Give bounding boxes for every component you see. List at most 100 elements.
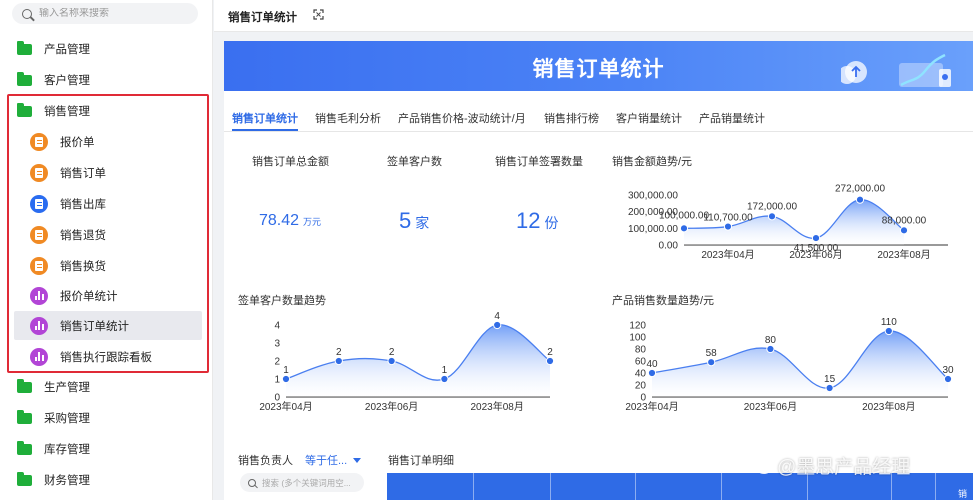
x-tick-label: 2023年04月 [259,400,312,413]
app-root: 产品管理 客户管理 销售管理 报价单 销售订单 销售出库 销售退货 销售换货 [0,0,973,500]
tab-sales-order-stats[interactable]: 销售订单统计 [232,110,298,126]
data-point [493,320,502,330]
folder-icon [17,409,32,424]
doc-icon [30,256,48,275]
chart-title-amount-trend: 销售金额趋势/元 [612,156,693,168]
table-search[interactable] [240,473,364,492]
nav-group-production[interactable]: 生产管理 [0,373,212,401]
data-point [387,356,396,366]
x-tick-label: 2023年04月 [625,400,678,413]
tab-sales-ranking[interactable]: 销售排行榜 [544,110,599,126]
nav-group-label: 财务管理 [44,475,90,487]
table-title: 销售订单明细 [388,455,454,467]
data-point [679,224,689,233]
stat-label-customers: 签单客户数 [387,156,442,168]
folder-icon [17,40,32,55]
page-tab-title[interactable]: 销售订单统计 [228,9,297,25]
data-label: 41,500.00 [794,243,839,254]
y-tick-label: 80 [635,345,647,356]
x-tick-label: 2023年06月 [744,400,797,413]
sidebar-item-label: 销售退货 [60,229,106,242]
data-point [723,222,733,231]
stat-label-order-count: 销售订单签署数量 [495,156,583,168]
tab-bar: 销售订单统计 销售毛利分析 产品销售价格-波动统计/月 销售排行榜 客户销量统计… [224,91,973,132]
owner-filter-value: 等于任... [305,455,348,467]
x-tick-label: 2023年08月 [471,400,524,413]
stat-value: 12 [516,208,541,233]
y-tick-label: 4 [274,321,280,332]
data-label: 4 [494,311,500,322]
y-tick-label: 60 [635,357,647,368]
stat-unit: 万元 [303,217,322,227]
data-point [334,356,343,366]
table-header-cell[interactable]: 销 [958,487,967,500]
search-icon [248,478,256,487]
sidebar-item-label: 销售出库 [60,198,106,211]
nav-group-purchase[interactable]: 采购管理 [0,404,212,432]
data-label: 110 [881,317,897,328]
y-tick-label: 100,000.00 [628,224,678,235]
bar-chart-icon [30,286,48,305]
data-point [884,326,893,336]
bar-chart-icon [30,347,48,366]
data-label: 2 [547,347,553,358]
tab-customer-sales[interactable]: 客户销量统计 [616,110,682,126]
nav-group-customer[interactable]: 客户管理 [0,66,212,94]
customer-trend-chart: 012342023年04月 2023年06月 2023年08月12 2142 [259,311,555,413]
sidebar-item-sales-tracking-board[interactable]: 销售执行跟踪看板 [14,342,202,371]
sidebar-search-input[interactable] [39,8,189,19]
y-tick-label: 2 [274,357,280,368]
stat-order-count: 12 份 [516,208,558,234]
tab-gross-margin[interactable]: 销售毛利分析 [315,110,381,126]
folder-icon [17,440,32,455]
nav-group-label: 库存管理 [44,444,90,456]
top-bar: 销售订单统计 [214,0,973,32]
data-point [855,195,865,204]
data-label: 58 [706,348,718,359]
sidebar-item-sales-order-stats[interactable]: 销售订单统计 [14,311,202,340]
folder-open-icon [17,102,32,117]
sidebar-item-label: 报价单统计 [60,290,118,303]
nav-group-sales[interactable]: 销售管理 [0,97,212,125]
tab-price-fluctuation[interactable]: 产品销售价格-波动统计/月 [398,110,526,126]
sidebar-item-sales-order[interactable]: 销售订单 [14,158,202,187]
active-tab-indicator [232,129,298,131]
y-tick-label: 20 [635,381,647,392]
fullscreen-icon[interactable] [313,9,324,20]
nav-group-label: 生产管理 [44,382,90,394]
caret-down-icon [353,457,362,463]
wechat-icon [755,457,773,474]
y-tick-label: 100 [629,333,646,344]
series-area [286,324,550,397]
sidebar-item-sales-exchange[interactable]: 销售换货 [14,251,202,280]
sidebar-search[interactable] [12,3,198,24]
sidebar-item-label: 报价单 [60,136,95,149]
folder-icon [17,378,32,393]
data-point [899,226,909,235]
folder-icon [17,471,32,486]
table-search-input[interactable] [262,477,362,488]
sidebar-item-label: 销售执行跟踪看板 [60,351,152,364]
x-tick-label: 2023年08月 [862,400,915,413]
y-tick-label: 3 [274,339,280,350]
owner-filter-select[interactable]: 等于任... [305,452,362,468]
stat-value: 78.42 [259,212,300,229]
stat-label-total-amount: 销售订单总金额 [252,156,329,168]
data-label: 272,000.00 [835,184,885,195]
sidebar-item-sales-outbound[interactable]: 销售出库 [14,189,202,218]
data-label: 2 [336,347,342,358]
data-label: 100,000.00 [659,210,709,221]
stat-unit: 份 [544,215,559,231]
search-icon [22,8,32,19]
series-area [652,330,948,397]
data-label: 172,000.00 [747,201,797,212]
watermark: @墨思产品经理 [755,452,910,479]
tab-product-sales[interactable]: 产品销量统计 [699,110,765,126]
sidebar-item-quote[interactable]: 报价单 [14,127,202,156]
sidebar-item-quote-stats[interactable]: 报价单统计 [14,281,202,310]
nav-group-product[interactable]: 产品管理 [0,35,212,63]
sidebar-item-sales-return[interactable]: 销售退货 [14,220,202,249]
main-content: 销售订单统计 销售毛利分析 产品销售价格-波动统计/月 销售排行榜 客户销量统计… [224,91,973,500]
nav-group-finance[interactable]: 财务管理 [0,466,212,494]
nav-group-inventory[interactable]: 库存管理 [0,435,212,463]
